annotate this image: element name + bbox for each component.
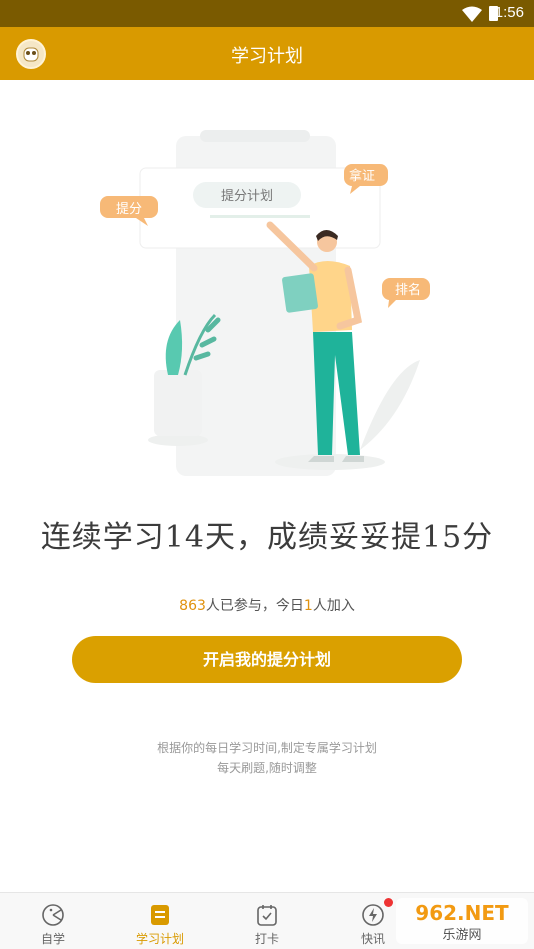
svg-text:排名: 排名: [395, 282, 421, 298]
watermark-logo: 962.NET 乐游网: [396, 898, 528, 944]
participation-text-2: 人加入: [312, 598, 355, 614]
description-line-1: 根据你的每日学习时间,制定专属学习计划: [157, 741, 377, 755]
tab-label: 自学: [40, 932, 65, 946]
pie-icon: [42, 904, 64, 926]
page-title: 学习计划: [231, 46, 303, 67]
tab-check-in[interactable]: 打卡: [214, 893, 320, 949]
tab-self-study[interactable]: 自学: [0, 893, 106, 949]
today-count: 1: [303, 598, 313, 614]
tab-label: 学习计划: [135, 932, 184, 946]
svg-text:提分: 提分: [116, 201, 142, 217]
notification-dot: [384, 898, 393, 907]
svg-text:拿证: 拿证: [349, 168, 375, 184]
participation-text-1: 人已参与，今日: [205, 598, 304, 614]
tab-label: 打卡: [254, 932, 279, 946]
card-label: 提分计划: [221, 188, 273, 204]
headline: 连续学习14天，成绩妥妥提15分: [40, 520, 494, 555]
participation-text: 863人已参与，今日1人加入: [0, 595, 534, 615]
tab-study-plan[interactable]: 学习计划: [107, 893, 213, 949]
wifi-icon: [462, 6, 482, 22]
svg-text:962.NET: 962.NET: [415, 901, 509, 925]
calendar-check-icon: [257, 905, 277, 926]
plan-icon: [151, 905, 169, 925]
start-plan-button[interactable]: 开启我的提分计划: [72, 636, 462, 683]
description: 根据你的每日学习时间,制定专属学习计划 每天刷题,随时调整: [0, 738, 534, 778]
plan-illustration: 提分计划 提分 拿证 排名: [100, 130, 430, 476]
description-line-2: 每天刷题,随时调整: [217, 761, 317, 775]
lightning-icon: [362, 904, 384, 926]
participant-count: 863: [179, 598, 206, 614]
svg-text:乐游网: 乐游网: [442, 928, 481, 943]
app-header: 学习计划: [0, 27, 534, 80]
status-time: 1:56: [494, 4, 524, 21]
status-bar: 1:56: [0, 0, 534, 27]
bubble-right: 排名: [381, 278, 430, 308]
